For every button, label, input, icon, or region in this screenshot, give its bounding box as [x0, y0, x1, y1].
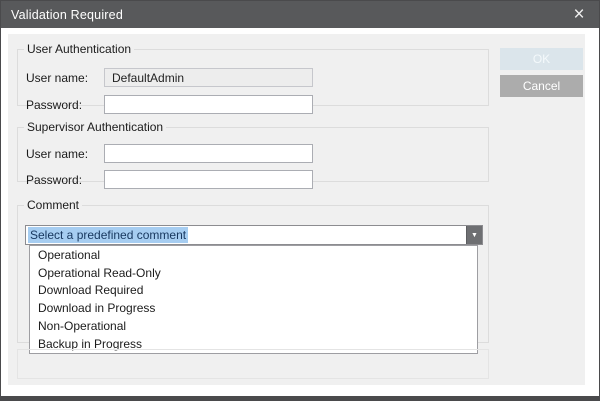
window-title: Validation Required — [1, 8, 123, 22]
option-operational-read-only[interactable]: Operational Read-Only — [30, 264, 477, 282]
cancel-button[interactable]: Cancel — [500, 75, 583, 97]
dialog-body: User Authentication User name: Password:… — [8, 34, 585, 385]
status-box — [17, 349, 489, 379]
supervisor-username-field[interactable] — [104, 144, 313, 163]
close-icon[interactable]: × — [565, 1, 593, 28]
supervisor-username-label: User name: — [26, 147, 88, 161]
option-download-in-progress[interactable]: Download in Progress — [30, 299, 477, 317]
comment-combobox-value: Select a predefined comment — [28, 227, 188, 243]
user-auth-username-field[interactable] — [104, 68, 313, 87]
supervisor-password-label: Password: — [26, 173, 82, 187]
supervisor-auth-legend: Supervisor Authentication — [24, 120, 166, 134]
chevron-down-icon: ▼ — [471, 232, 478, 239]
comment-combobox[interactable]: Select a predefined comment ▼ — [25, 225, 483, 245]
user-auth-password-field[interactable] — [104, 95, 313, 114]
comment-legend: Comment — [24, 198, 82, 212]
user-auth-legend: User Authentication — [24, 42, 134, 56]
window-bottom-border — [1, 396, 599, 400]
option-non-operational[interactable]: Non-Operational — [30, 317, 477, 335]
supervisor-password-field[interactable] — [104, 170, 313, 189]
titlebar: Validation Required × — [1, 1, 599, 28]
supervisor-auth-group: Supervisor Authentication User name: Pas… — [17, 120, 489, 182]
comment-options-list: Operational Operational Read-Only Downlo… — [29, 245, 478, 354]
combo-dropdown-button[interactable]: ▼ — [466, 226, 482, 244]
user-auth-password-label: Password: — [26, 98, 82, 112]
option-operational[interactable]: Operational — [30, 246, 477, 264]
validation-dialog: Validation Required × User Authenticatio… — [0, 0, 600, 401]
ok-button[interactable]: OK — [500, 48, 583, 70]
user-auth-group: User Authentication User name: Password: — [17, 42, 489, 106]
option-download-required[interactable]: Download Required — [30, 282, 477, 300]
user-auth-username-label: User name: — [26, 71, 88, 85]
comment-group: Comment Select a predefined comment ▼ Op… — [17, 198, 489, 343]
